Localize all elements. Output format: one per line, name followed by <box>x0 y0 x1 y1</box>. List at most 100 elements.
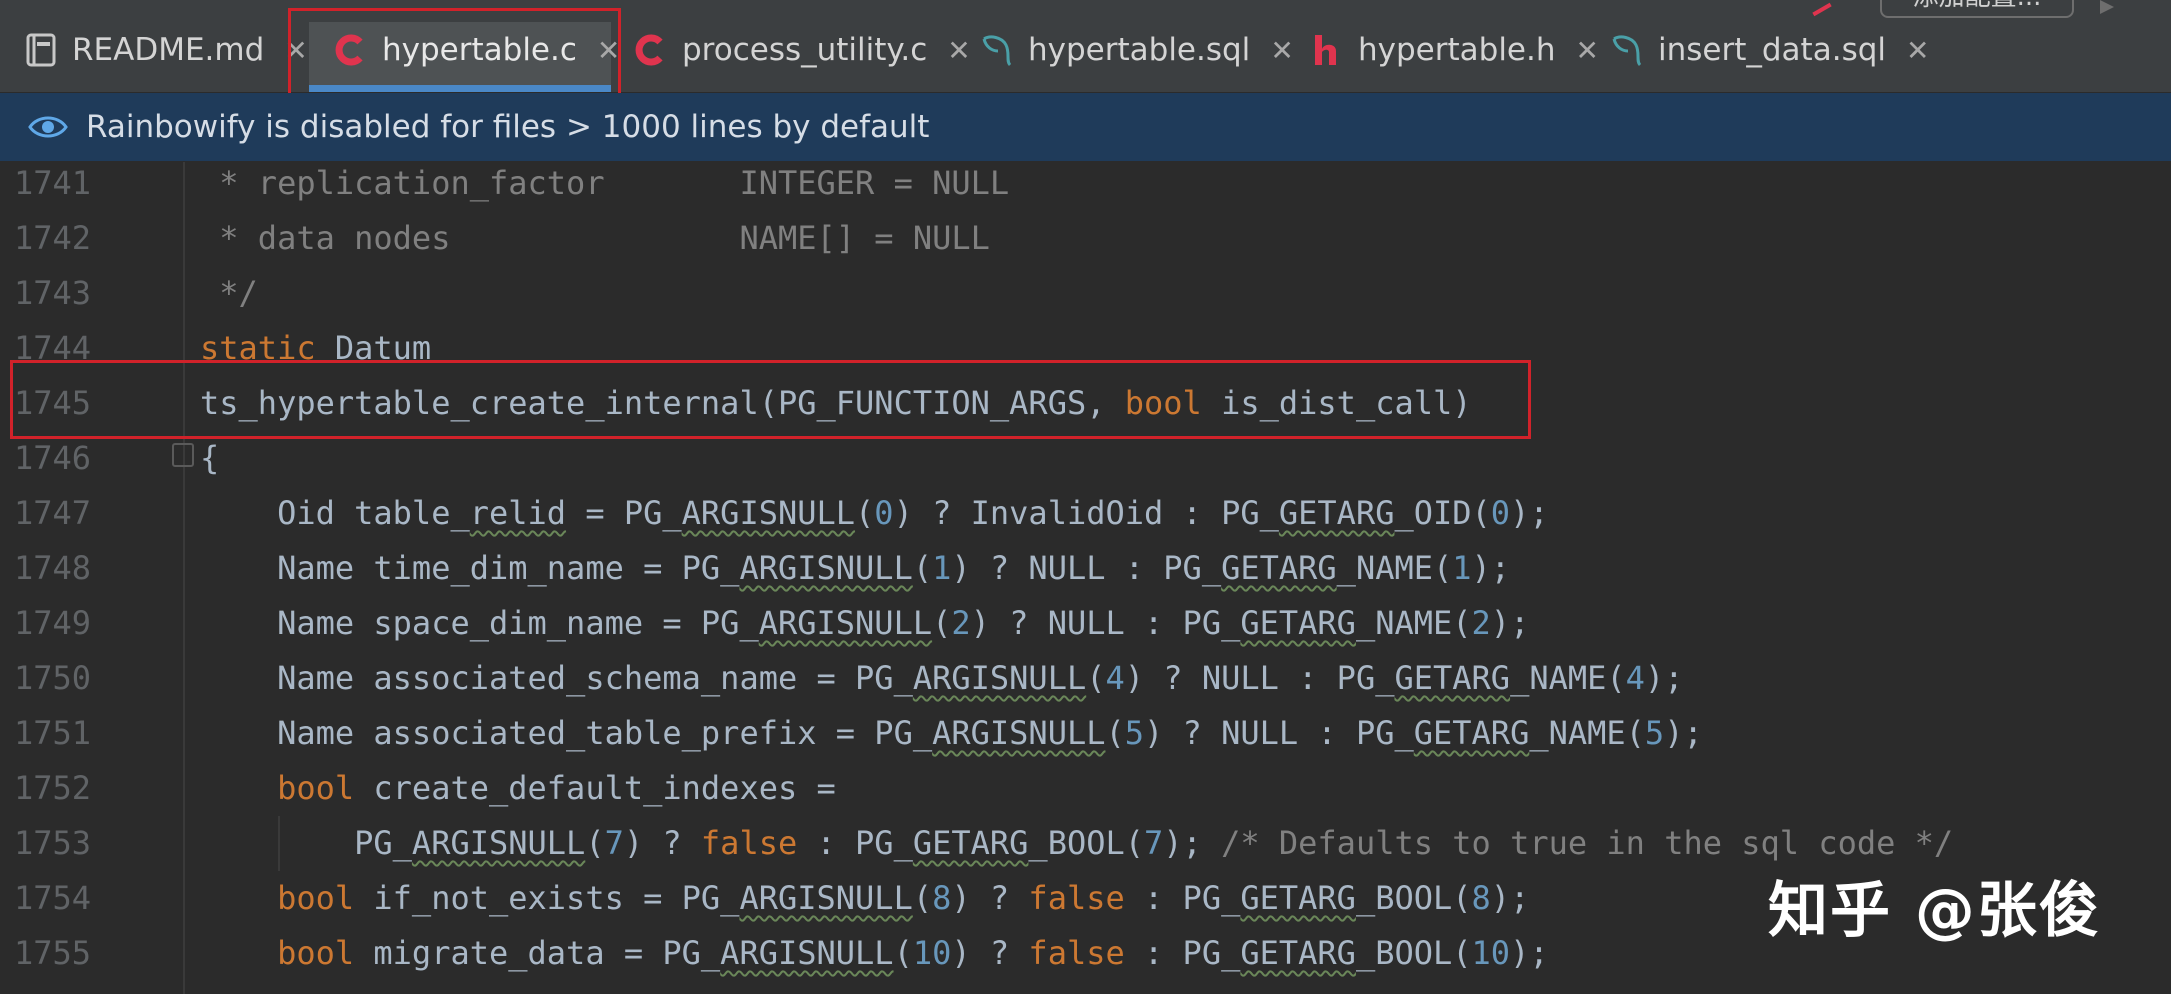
code-text: * replication_factor INTEGER = NULL <box>200 162 1009 211</box>
code-token: _NAME( <box>1529 714 1645 752</box>
code-token: bool <box>277 934 354 972</box>
code-token: PG_ <box>200 824 412 862</box>
code-token: ) ? <box>951 934 1028 972</box>
code-token: 4 <box>1105 659 1124 697</box>
line-number: 1756 <box>14 981 94 994</box>
code-token: false <box>701 824 797 862</box>
code-token: ); <box>1491 604 1530 642</box>
code-token: ARGISNULL <box>913 659 1086 697</box>
code-token: ); <box>1510 494 1549 532</box>
tab-label: insert_data.sql <box>1658 32 1886 68</box>
line-number: 1754 <box>14 871 94 926</box>
tab-label: process_utility.c <box>682 32 927 68</box>
code-line[interactable]: 1742 * data nodes NAME[] = NULL <box>0 211 2171 266</box>
eye-icon <box>28 112 68 142</box>
code-line[interactable]: 1749 Name space_dim_name = PG_ARGISNULL(… <box>0 596 2171 651</box>
code-line[interactable]: 1748 Name time_dim_name = PG_ARGISNULL(1… <box>0 541 2171 596</box>
code-token: ); <box>1472 549 1511 587</box>
git-branch-icon[interactable] <box>1808 0 1831 16</box>
markdown-file-icon <box>24 33 58 67</box>
code-token: *time_dim_info = <box>528 989 856 994</box>
code-token: 0 <box>874 494 893 532</box>
code-token: 10 <box>1472 934 1511 972</box>
code-token: 5 <box>1125 714 1144 752</box>
code-token: * replication_factor INTEGER = NULL <box>200 164 1009 202</box>
line-number: 1748 <box>14 541 94 596</box>
code-token <box>200 769 277 807</box>
code-line[interactable]: 1746 { <box>0 431 2171 486</box>
code-line[interactable]: 1743 */ <box>0 266 2171 321</box>
code-text: bool if_not_exists = PG_ARGISNULL(8) ? f… <box>200 871 1529 926</box>
close-icon[interactable]: ✕ <box>947 34 970 67</box>
code-token: 1 <box>932 549 951 587</box>
line-number: 1741 <box>14 162 94 211</box>
code-token: Name associated_schema_name = PG_ <box>200 659 913 697</box>
code-token: 5 <box>1645 714 1664 752</box>
code-text: Name time_dim_name = PG_ARGISNULL(1) ? N… <box>200 541 1510 596</box>
tab-label: README.md <box>72 32 264 68</box>
code-line[interactable]: 1756 DimensionInfo *time_dim_info = <box>0 981 2171 994</box>
code-line[interactable]: 1751 Name associated_table_prefix = PG_A… <box>0 706 2171 761</box>
code-token: 7 <box>605 824 624 862</box>
code-text: PG_ARGISNULL(7) ? false : PG_GETARG_BOOL… <box>200 816 1953 871</box>
tab-hypertable-h[interactable]: hypertable.h ✕ <box>1310 22 1599 78</box>
line-number: 1747 <box>14 486 94 541</box>
code-token: ( <box>894 934 913 972</box>
code-token: ARGISNULL <box>739 879 912 917</box>
code-token: _BOOL( <box>1356 879 1472 917</box>
code-token: 8 <box>1472 879 1491 917</box>
code-token: ARGISNULL <box>759 604 932 642</box>
code-token: relid <box>470 494 566 532</box>
code-token: = PG_ <box>566 494 682 532</box>
code-token: ( <box>932 604 951 642</box>
code-token: ARGISNULL <box>682 494 855 532</box>
tab-insert-data-sql[interactable]: insert_data.sql ✕ <box>1610 22 1929 78</box>
close-icon[interactable]: ✕ <box>1906 34 1929 67</box>
code-token: ARGISNULL <box>932 714 1105 752</box>
code-token: Name space_dim_name = PG_ <box>200 604 759 642</box>
code-token: _OID( <box>1394 494 1490 532</box>
code-token: ); <box>1645 659 1684 697</box>
code-line[interactable]: 1741 * replication_factor INTEGER = NULL <box>0 162 2171 211</box>
code-token: bool <box>277 879 354 917</box>
line-number: 1751 <box>14 706 94 761</box>
code-token: create_default_indexes = <box>354 769 836 807</box>
tab-label: hypertable.sql <box>1028 32 1250 68</box>
code-token: 0 <box>1491 494 1510 532</box>
tab-process-utility-c[interactable]: process_utility.c ✕ <box>634 22 971 78</box>
code-token: _BOOL( <box>1028 824 1144 862</box>
code-text: Name space_dim_name = PG_ARGISNULL(2) ? … <box>200 596 1529 651</box>
code-token: Name associated_table_prefix = PG_ <box>200 714 932 752</box>
code-line[interactable]: 1750 Name associated_schema_name = PG_AR… <box>0 651 2171 706</box>
code-text: bool create_default_indexes = <box>200 761 836 816</box>
run-icon[interactable] <box>2100 0 2114 14</box>
line-number: 1755 <box>14 926 94 981</box>
close-icon[interactable]: ✕ <box>1576 34 1599 67</box>
code-token: ) ? <box>624 824 701 862</box>
code-text: DimensionInfo *time_dim_info = <box>200 981 855 994</box>
line-number: 1743 <box>14 266 94 321</box>
line-number: 1746 <box>14 431 94 486</box>
zhihu-watermark: 知乎 @张俊 <box>1768 862 2101 949</box>
tab-hypertable-sql[interactable]: hypertable.sql ✕ <box>980 22 1294 78</box>
code-token: GETARG <box>913 824 1029 862</box>
line-number: 1742 <box>14 211 94 266</box>
code-token: 7 <box>1144 824 1163 862</box>
code-token <box>200 879 277 917</box>
code-token: ) ? NULL : PG_ <box>1144 714 1414 752</box>
code-line[interactable]: 1747 Oid table_relid = PG_ARGISNULL(0) ?… <box>0 486 2171 541</box>
code-token: GETARG <box>1221 549 1337 587</box>
code-token: GETARG <box>1240 879 1356 917</box>
line-number: 1749 <box>14 596 94 651</box>
code-token: ARGISNULL <box>739 549 912 587</box>
function-signature-highlight-box <box>10 360 1531 439</box>
run-configuration-dropdown[interactable]: 添加配置... <box>1880 0 2074 18</box>
close-icon[interactable]: ✕ <box>1270 34 1293 67</box>
code-line[interactable]: 1752 bool create_default_indexes = <box>0 761 2171 816</box>
code-token: { <box>200 439 219 477</box>
code-token: 4 <box>1626 659 1645 697</box>
code-token: Dimension <box>200 989 450 994</box>
fold-toggle-icon[interactable] <box>172 443 194 467</box>
code-token: GETARG <box>1414 714 1530 752</box>
tab-readme-md[interactable]: README.md ✕ <box>24 22 308 78</box>
